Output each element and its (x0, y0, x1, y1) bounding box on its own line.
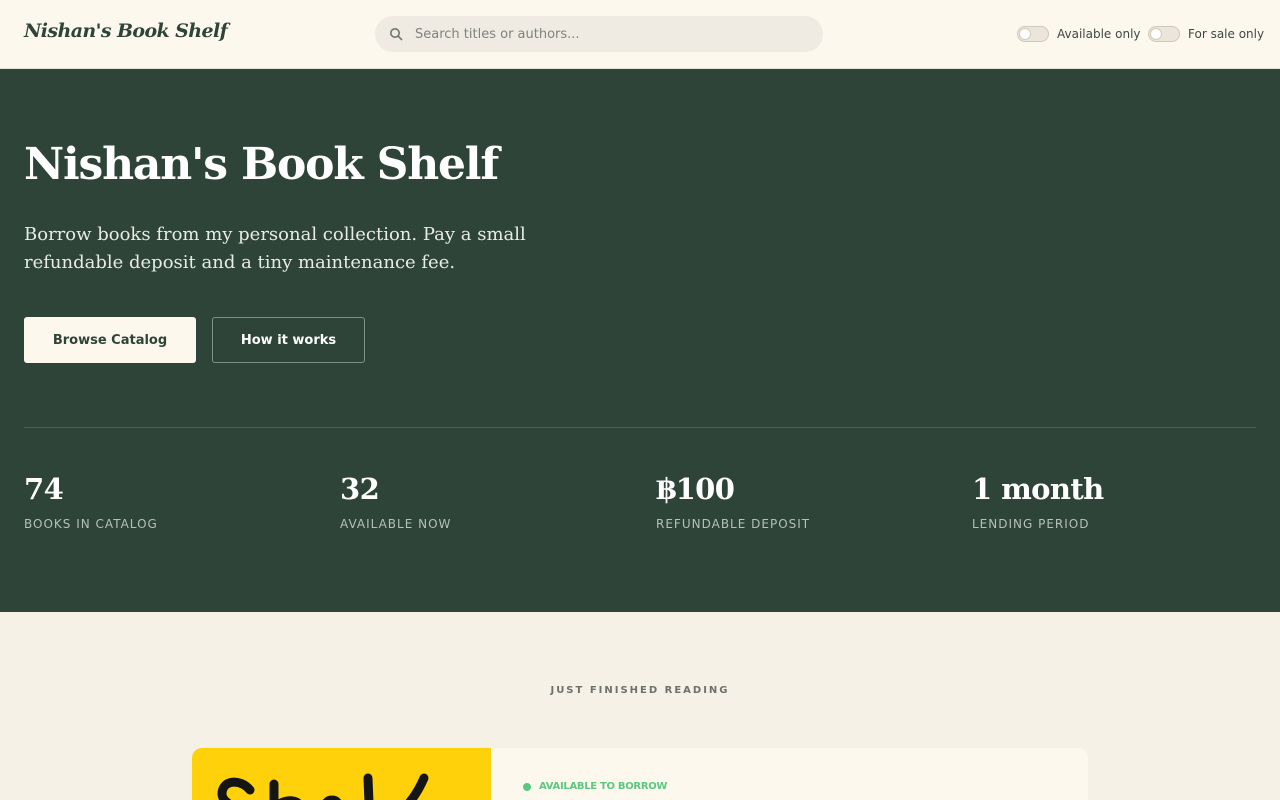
search-icon (390, 28, 403, 41)
search-input[interactable] (415, 16, 811, 52)
featured-book-card[interactable]: AVAILABLE TO BORROW (192, 748, 1088, 800)
browse-catalog-button[interactable]: Browse Catalog (24, 317, 196, 363)
toggle-knob (1020, 29, 1030, 39)
available-only-toggle[interactable]: Available only (1017, 26, 1141, 42)
stat-value: 74 (24, 472, 64, 506)
stat-label: REFUNDABLE DEPOSIT (656, 517, 811, 531)
for-sale-only-label: For sale only (1188, 27, 1265, 41)
availability-status: AVAILABLE TO BORROW (523, 781, 667, 792)
how-it-works-button[interactable]: How it works (212, 317, 365, 363)
stat-label: BOOKS IN CATALOG (24, 517, 158, 531)
for-sale-only-toggle[interactable]: For sale only (1148, 26, 1264, 42)
toggle-switch[interactable] (1017, 26, 1049, 42)
hero-divider (24, 427, 1256, 428)
toggle-knob (1151, 29, 1161, 39)
stat-lending-period: 1 month LENDING PERIOD (972, 471, 1104, 531)
available-only-label: Available only (1057, 27, 1141, 41)
availability-label: AVAILABLE TO BORROW (539, 781, 668, 792)
available-dot-icon (523, 782, 531, 791)
section-label-just-finished: JUST FINISHED READING (550, 685, 730, 696)
stat-value: 1 month (972, 472, 1104, 506)
stat-refundable-deposit: ฿100 REFUNDABLE DEPOSIT (656, 471, 810, 531)
stat-value: 32 (340, 472, 380, 506)
search-bar[interactable] (375, 16, 823, 52)
brand-logo[interactable]: Nishan's Book Shelf (24, 20, 228, 42)
stat-label: AVAILABLE NOW (340, 517, 452, 531)
cover-artwork (217, 773, 429, 800)
toggle-switch[interactable] (1148, 26, 1180, 42)
hero-section: Nishan's Book Shelf Borrow books from my… (0, 69, 1280, 612)
stat-label: LENDING PERIOD (972, 517, 1090, 531)
stat-available-now: 32 AVAILABLE NOW (340, 471, 451, 531)
book-cover-image[interactable] (192, 748, 491, 800)
stat-value: ฿100 (656, 472, 735, 506)
hero-title: Nishan's Book Shelf (24, 139, 499, 190)
top-navigation-bar: Nishan's Book Shelf Available only For s… (0, 0, 1280, 69)
hero-subtitle: Borrow books from my personal collection… (24, 224, 526, 273)
stat-books-in-catalog: 74 BOOKS IN CATALOG (24, 471, 158, 531)
